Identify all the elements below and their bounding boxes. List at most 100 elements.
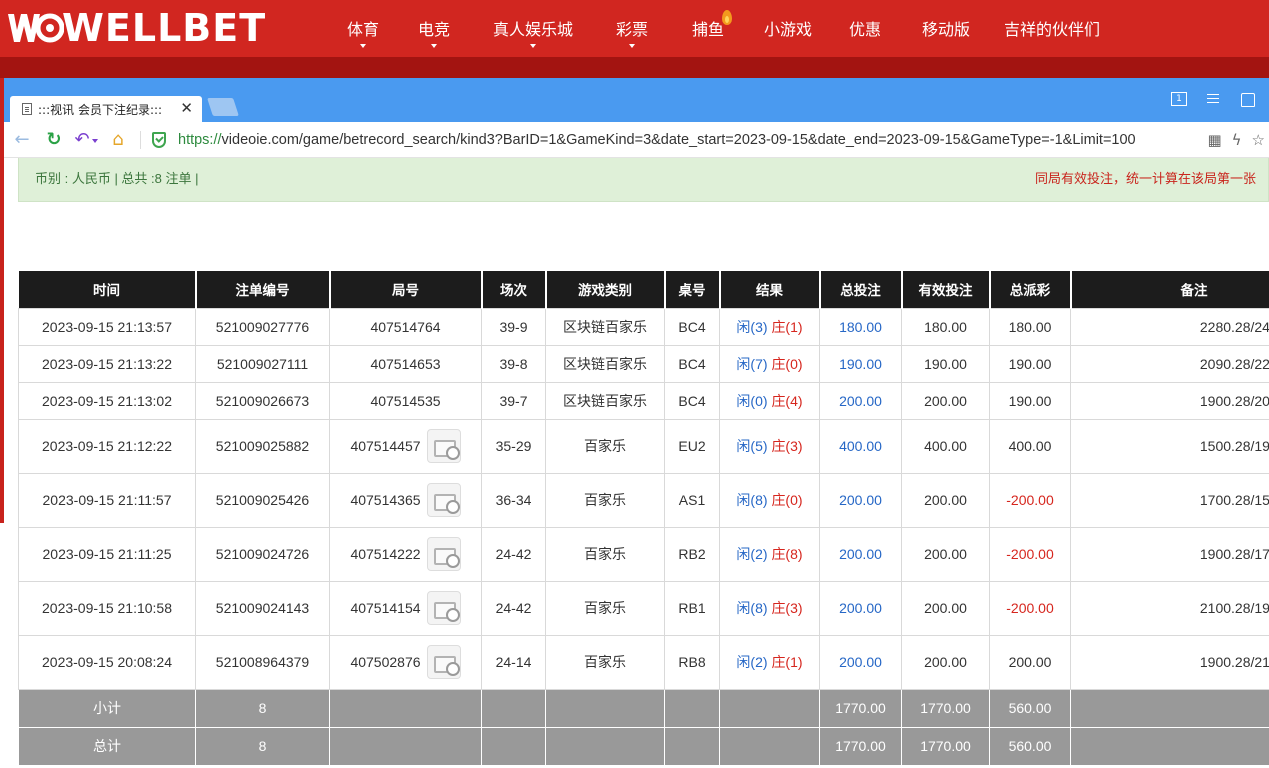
nav-item-6[interactable]: 优惠 [830, 16, 900, 60]
table-cell: 400.00 [819, 418, 902, 474]
home-icon[interactable]: ⌂ [106, 128, 130, 152]
table-cell: 1900.28/1700.28 [1070, 526, 1269, 582]
banker-result: 庄(0) [771, 492, 803, 508]
table-cell: 190.00 [989, 381, 1071, 420]
browser-window: :::视讯 会员下注纪录::: ✕ 1 ← ↻ ↶ ⌂ https://vide… [4, 78, 1269, 768]
nav-item-8[interactable]: 吉祥的伙伴们 [992, 16, 1112, 60]
round-cell: 407514457 [330, 429, 481, 463]
menu-icon[interactable] [1205, 92, 1221, 106]
address-bar: ← ↻ ↶ ⌂ https://videoie.com/game/betreco… [4, 122, 1269, 158]
table-cell: BC4 [664, 344, 720, 383]
table-cell: 200.00 [901, 580, 990, 636]
bet-record-table-wrap: 时间 注单编号 局号 场次 游戏类别 桌号 结果 总投注 有效投注 总派彩 备注 2023-09-1… [18, 271, 1269, 768]
player-result: 闲(2) [736, 546, 768, 562]
table-cell: 2023-09-15 21:13:02 [18, 381, 196, 420]
player-result: 闲(5) [736, 438, 768, 454]
table-cell [1070, 688, 1269, 728]
column-header: 局号 [329, 271, 483, 308]
table-cell: 闲(7) 庄(0) [719, 344, 820, 383]
video-replay-icon[interactable] [426, 429, 461, 463]
nav-item-7[interactable]: 移动版 [900, 16, 992, 60]
window-controls: 1 [1171, 92, 1255, 107]
secure-shield-icon[interactable] [152, 131, 166, 148]
undo-icon[interactable]: ↶ [74, 128, 98, 152]
column-header: 结果 [719, 271, 821, 308]
video-replay-icon[interactable] [426, 483, 461, 517]
chevron-down-icon [629, 44, 635, 48]
table-cell: -200.00 [989, 472, 1071, 528]
window-badge-icon[interactable]: 1 [1171, 92, 1187, 106]
table-cell: 407514154 [329, 580, 482, 636]
table-cell: 闲(8) 庄(3) [719, 580, 820, 636]
new-tab-button[interactable] [207, 98, 239, 116]
close-tab-icon[interactable]: ✕ [180, 100, 193, 116]
nav-item-4[interactable]: 捕鱼 [670, 10, 746, 60]
chevron-down-icon [360, 44, 366, 48]
video-replay-icon[interactable] [426, 591, 461, 625]
browser-tab[interactable]: :::视讯 会员下注纪录::: ✕ [10, 96, 202, 122]
table-cell: RB1 [664, 580, 720, 636]
table-cell: 407502876 [329, 634, 482, 690]
table-cell: 闲(3) 庄(1) [719, 307, 820, 346]
undo-dropdown-caret-icon[interactable] [91, 138, 98, 143]
nav-item-2[interactable]: 真人娱乐城 [472, 16, 594, 60]
table-cell: -200.00 [989, 526, 1071, 582]
url-field[interactable]: https://videoie.com/game/betrecord_searc… [178, 132, 1188, 148]
table-cell: 200.00 [989, 634, 1071, 690]
table-cell: 190.00 [819, 344, 902, 383]
table-cell: 2023-09-15 21:12:22 [18, 418, 196, 474]
table-cell: 闲(0) 庄(4) [719, 381, 820, 420]
table-cell: EU2 [664, 418, 720, 474]
nav-item-0[interactable]: 体育 [330, 16, 396, 60]
table-cell: 39-9 [481, 307, 546, 346]
table-cell: 1900.28/2100.28 [1070, 634, 1269, 690]
nav-item-1[interactable]: 电竞 [396, 16, 472, 60]
main-nav: 体育 电竞 真人娱乐城 彩票 捕鱼 小游戏 优惠 移动版 吉祥的伙伴们 [330, 10, 1112, 60]
column-header: 桌号 [664, 271, 721, 308]
table-cell: 1770.00 [819, 726, 902, 766]
column-header: 总派彩 [989, 271, 1072, 308]
chevron-down-icon [530, 44, 536, 48]
back-icon[interactable]: ← [10, 128, 34, 152]
table-cell: 521009025426 [195, 472, 330, 528]
currency-summary: 币别 : 人民币 | 总共 :8 注单 | [35, 171, 199, 186]
table-cell: 521009027111 [195, 344, 330, 383]
nav-item-label: 优惠 [848, 20, 881, 39]
skin-icon[interactable] [1239, 92, 1255, 107]
table-cell: 200.00 [819, 472, 902, 528]
table-cell: BC4 [664, 381, 720, 420]
nav-item-label: 移动版 [921, 20, 970, 39]
logo-text: WELLBET [62, 6, 267, 50]
table-body: 2023-09-15 21:13:57 521009027776 407514764… [18, 307, 1269, 766]
table-cell: 180.00 [819, 307, 902, 346]
table-cell: 200.00 [819, 634, 902, 690]
round-number: 407502876 [350, 654, 421, 670]
table-cell [664, 688, 720, 728]
nav-item-5[interactable]: 小游戏 [746, 16, 830, 60]
column-header: 注单编号 [195, 271, 331, 308]
round-cell: 407514154 [330, 591, 481, 625]
round-cell: 407514535 [330, 393, 481, 409]
table-cell: 190.00 [989, 344, 1071, 383]
round-cell: 407514653 [330, 356, 481, 372]
video-replay-icon[interactable] [426, 645, 461, 679]
table-cell: 180.00 [989, 307, 1071, 346]
table-cell: 2100.28/1900.28 [1070, 580, 1269, 636]
refresh-icon[interactable]: ↻ [42, 128, 66, 152]
player-result: 闲(2) [736, 654, 768, 670]
site-header: WELLBET 体育 电竞 真人娱乐城 彩票 捕鱼 小游戏 优惠 移动版 吉祥的伙伴们 [0, 0, 1269, 78]
column-header: 有效投注 [901, 271, 991, 308]
lightning-icon[interactable]: ϟ [1232, 131, 1242, 149]
table-cell [329, 688, 482, 728]
table-cell: 24-14 [481, 634, 546, 690]
table-cell [545, 688, 665, 728]
table-cell: 1770.00 [819, 688, 902, 728]
nav-item-3[interactable]: 彩票 [594, 16, 670, 60]
video-replay-icon[interactable] [426, 537, 461, 571]
table-cell: RB2 [664, 526, 720, 582]
wellbet-logo[interactable]: WELLBET [6, 8, 266, 48]
table-cell: 2023-09-15 21:11:25 [18, 526, 196, 582]
qr-code-icon[interactable]: ▦ [1207, 131, 1221, 149]
table-cell: 2023-09-15 21:13:22 [18, 344, 196, 383]
star-icon[interactable]: ☆ [1252, 131, 1265, 149]
